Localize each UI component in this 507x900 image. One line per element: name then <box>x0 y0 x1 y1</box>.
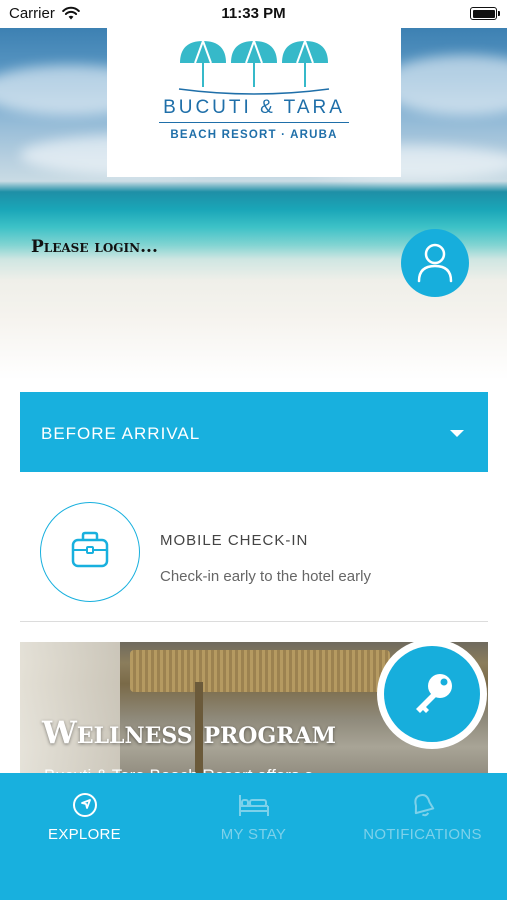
battery-icon <box>470 7 500 20</box>
tab-my-stay[interactable]: MY STAY <box>169 791 338 847</box>
compass-icon <box>72 793 97 817</box>
card-image-decoration <box>20 642 120 782</box>
chevron-down-icon <box>450 430 464 437</box>
resort-logo: BUCUTI & TARA BEACH RESORT · ARUBA <box>107 25 401 177</box>
card-image-decoration <box>130 650 390 692</box>
umbrellas-logo-icon <box>178 40 330 95</box>
logo-name: BUCUTI & TARA <box>163 97 345 118</box>
before-arrival-dropdown[interactable]: BEFORE ARRIVAL <box>20 392 488 472</box>
logo-divider <box>159 122 349 123</box>
mobile-checkin-item[interactable]: MOBILE CHECK-IN Check-in early to the ho… <box>20 488 488 618</box>
divider <box>20 621 488 622</box>
tab-label: MY STAY <box>220 826 287 843</box>
bed-icon <box>238 795 269 816</box>
tab-explore[interactable]: EXPLORE <box>0 791 169 847</box>
dropdown-label: BEFORE ARRIVAL <box>41 424 201 443</box>
checkin-subtitle: Check-in early to the hotel early <box>160 568 371 585</box>
key-button-circle <box>384 646 480 742</box>
hero-banner: BUCUTI & TARA BEACH RESORT · ARUBA Pleas… <box>0 25 507 380</box>
briefcase-icon <box>71 531 108 567</box>
login-avatar-button[interactable] <box>401 229 469 297</box>
checkin-icon-circle <box>40 502 140 602</box>
tab-label: NOTIFICATIONS <box>363 826 482 843</box>
wellness-title: Wellness program <box>42 715 336 751</box>
logo-subtitle: BEACH RESORT · ARUBA <box>170 129 338 141</box>
tab-bar: EXPLORE MY STAY NOTIFICATIONS <box>0 773 507 900</box>
status-time: 11:33 PM <box>221 5 286 22</box>
bell-icon <box>413 794 434 817</box>
tab-label: EXPLORE <box>48 826 121 843</box>
tab-notifications[interactable]: NOTIFICATIONS <box>338 791 507 847</box>
status-bar: Carrier 11:33 PM <box>0 0 507 28</box>
digital-key-button[interactable] <box>377 639 487 749</box>
user-icon <box>417 243 453 283</box>
login-prompt[interactable]: Please login... <box>31 237 158 257</box>
key-icon <box>416 674 452 713</box>
checkin-title: MOBILE CHECK-IN <box>160 532 309 549</box>
